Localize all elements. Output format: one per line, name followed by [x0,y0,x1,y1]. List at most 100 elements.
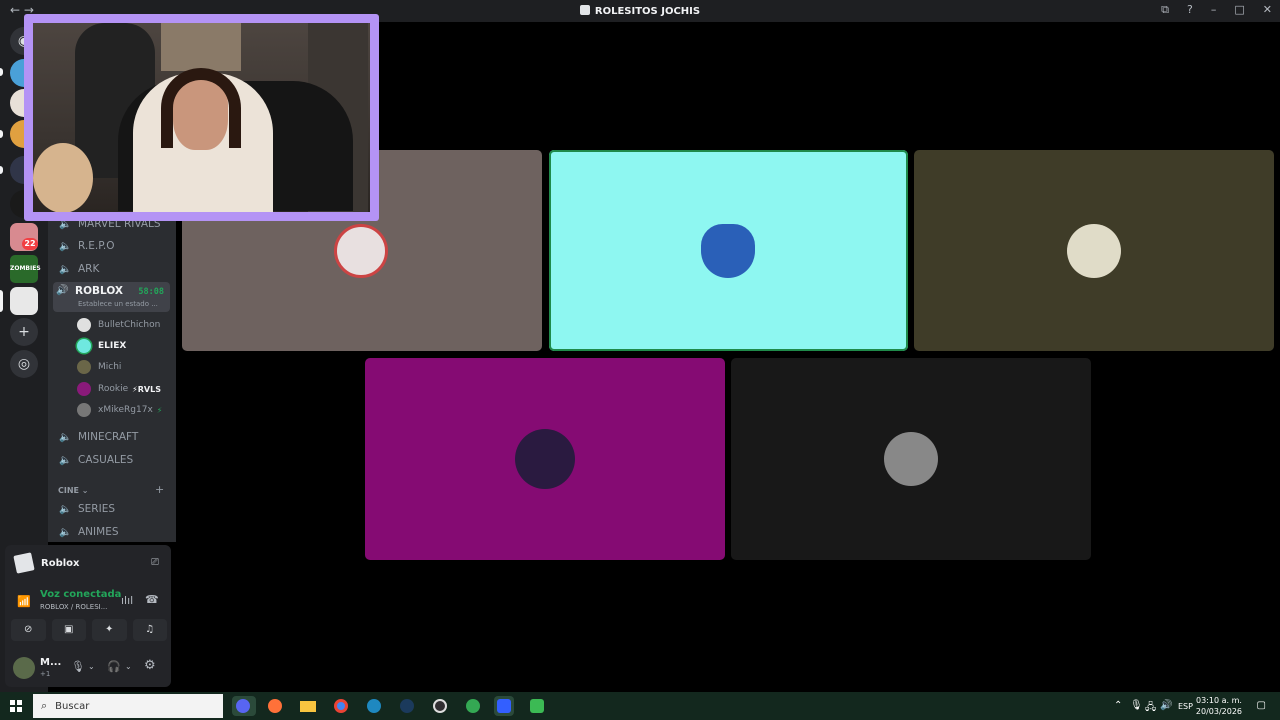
firefox-icon[interactable] [265,696,285,716]
activity-name: Roblox [41,557,80,569]
chevron-down-icon[interactable]: ⌄ [88,662,95,671]
user-tag: ⚡ [156,405,163,415]
voice-channel-casuales[interactable]: 🔈 CASUALES [56,449,170,471]
ccleaner-icon[interactable] [364,696,384,716]
voice-channel-animes[interactable]: 🔈 ANIMES [56,521,170,543]
user-sub: +1 [40,670,51,678]
add-server-icon[interactable]: + [10,318,38,346]
disconnect-icon[interactable]: ☎ [145,593,159,606]
speaker-active-icon: 🔊 [56,285,69,296]
add-channel-icon[interactable]: + [155,483,164,496]
chevron-down-icon[interactable]: ⌄ [125,662,132,671]
participant-avatar [334,224,388,278]
account-bar: M... +1 🎙 ⌄ 🎧 ⌄ ⚙ [5,649,171,685]
chrome-profile-icon[interactable] [463,696,483,716]
minimize-button[interactable]: – [1211,3,1217,17]
video-tile[interactable] [731,358,1091,560]
chevron-up-icon[interactable]: ⌃ [1114,700,1122,711]
voice-actions: ⊘ ▣ ✦ ♫ [11,619,167,641]
explore-icon[interactable]: ◎ [10,350,38,378]
screen-share-icon[interactable]: ▣ [51,619,86,641]
server-zombies-icon[interactable]: ZOMBIES [10,255,41,283]
user-name: BulletChichon [98,320,161,330]
channel-name: CASUALES [78,454,134,466]
file-explorer-icon[interactable] [298,696,318,716]
search-icon: ⌕ [41,699,48,712]
windows-start-icon[interactable] [10,700,22,712]
close-button[interactable]: ✕ [1263,3,1272,17]
webcam-feed [33,23,370,212]
steam-icon[interactable] [397,696,417,716]
category-cine[interactable]: CINE ⌄ [58,486,89,495]
voice-user[interactable]: Rookie ⚡RVLS [77,380,161,398]
roblox-taskbar-icon[interactable] [494,696,514,716]
user-panel: Roblox ⎚ 📶 Voz conectada ROBLOX / ROLESI… [5,545,171,687]
headphones-icon[interactable]: 🎧 [107,660,121,673]
unread-pill [0,130,3,138]
clock[interactable]: 03:10 a. m. 20/03/2026 [1196,695,1242,717]
participant-avatar [1067,224,1121,278]
maximize-button[interactable]: □ [1234,3,1244,17]
speaker-icon: 🔈 [59,526,72,538]
voice-channel-repo[interactable]: 🔈 R.E.P.O [56,235,170,257]
voice-user[interactable]: BulletChichon [77,316,160,334]
channel-name: ROBLOX [75,285,123,297]
voice-location[interactable]: ROBLOX / ROLESI... [40,603,107,611]
screen-icon[interactable]: ⧉ [1161,3,1169,17]
channel-name: ANIMES [78,526,119,538]
stream-icon[interactable]: ⎚ [151,557,159,568]
speaker-icon: 🔈 [59,503,72,515]
volume-icon[interactable]: 🔊 [1160,700,1172,711]
notifications-icon[interactable]: ▢ [1257,700,1266,711]
avatar [77,318,91,332]
chrome-icon[interactable] [331,696,351,716]
app-icon[interactable] [527,696,547,716]
video-tile[interactable] [914,150,1274,351]
network-icon[interactable]: 🖧 [1145,700,1156,717]
language-indicator[interactable]: ESP [1178,702,1193,711]
camera-off-icon[interactable]: ⊘ [11,619,46,641]
signal-icon[interactable]: 📶 [17,595,31,608]
background-shelf [161,23,241,71]
window-controls: ⧉ ? – □ ✕ [1161,3,1272,17]
server-icon-active[interactable] [10,287,38,315]
speaker-icon: 🔈 [59,431,72,443]
voice-channel-series[interactable]: 🔈 SERIES [56,498,170,520]
soundboard-icon[interactable]: ♫ [132,619,167,641]
avatar [77,403,91,417]
voice-channel-ark[interactable]: 🔈 ARK [56,258,170,280]
speaker-icon: 🔈 [59,240,72,252]
unread-pill [0,166,3,174]
avatar [77,360,91,374]
taskbar: ⌕ Buscar ⌃ 🎙 🖧 🔊 ESP 03:10 a. m. 20/03/202… [0,692,1280,720]
microphone-icon[interactable]: 🎙 [71,660,85,673]
channel-status[interactable]: Establece un estado ... [78,300,158,308]
help-icon[interactable]: ? [1187,3,1193,17]
channel-icon [579,5,590,15]
avatar [77,339,91,353]
obs-icon[interactable] [430,696,450,716]
activities-icon[interactable]: ✦ [92,619,127,641]
video-tile[interactable] [365,358,725,560]
roblox-icon [13,552,35,574]
user-name: xMikeRg17x [98,405,153,415]
system-tray: ⌃ 🎙 🖧 🔊 ESP 03:10 a. m. 20/03/2026 ▢ [1110,692,1280,720]
date: 20/03/2026 [1195,707,1242,716]
video-tile-speaking[interactable] [549,150,908,351]
taskbar-search[interactable]: ⌕ Buscar [33,694,223,718]
microphone-tray-icon[interactable]: 🎙 [1130,700,1143,711]
user-tag: ⚡RVLS [132,384,161,394]
noise-suppression-icon[interactable]: ılıl [121,594,133,607]
voice-user[interactable]: Michi [77,358,121,376]
discord-app-icon[interactable] [232,696,256,716]
voice-user[interactable]: ELIEX [77,337,126,355]
plush-toy [33,143,93,212]
user-avatar[interactable] [13,657,35,679]
settings-icon[interactable]: ⚙ [144,658,156,673]
voice-channel-roblox[interactable]: 🔊 ROBLOX 58:08 Establece un estado ... [53,282,170,312]
voice-user[interactable]: xMikeRg17x ⚡ [77,401,162,419]
window-title-text: ROLESITOS JOCHIS [594,6,701,17]
selected-pill [0,290,3,312]
voice-channel-minecraft[interactable]: 🔈 MINECRAFT [56,426,170,448]
user-name: M... [40,657,62,668]
